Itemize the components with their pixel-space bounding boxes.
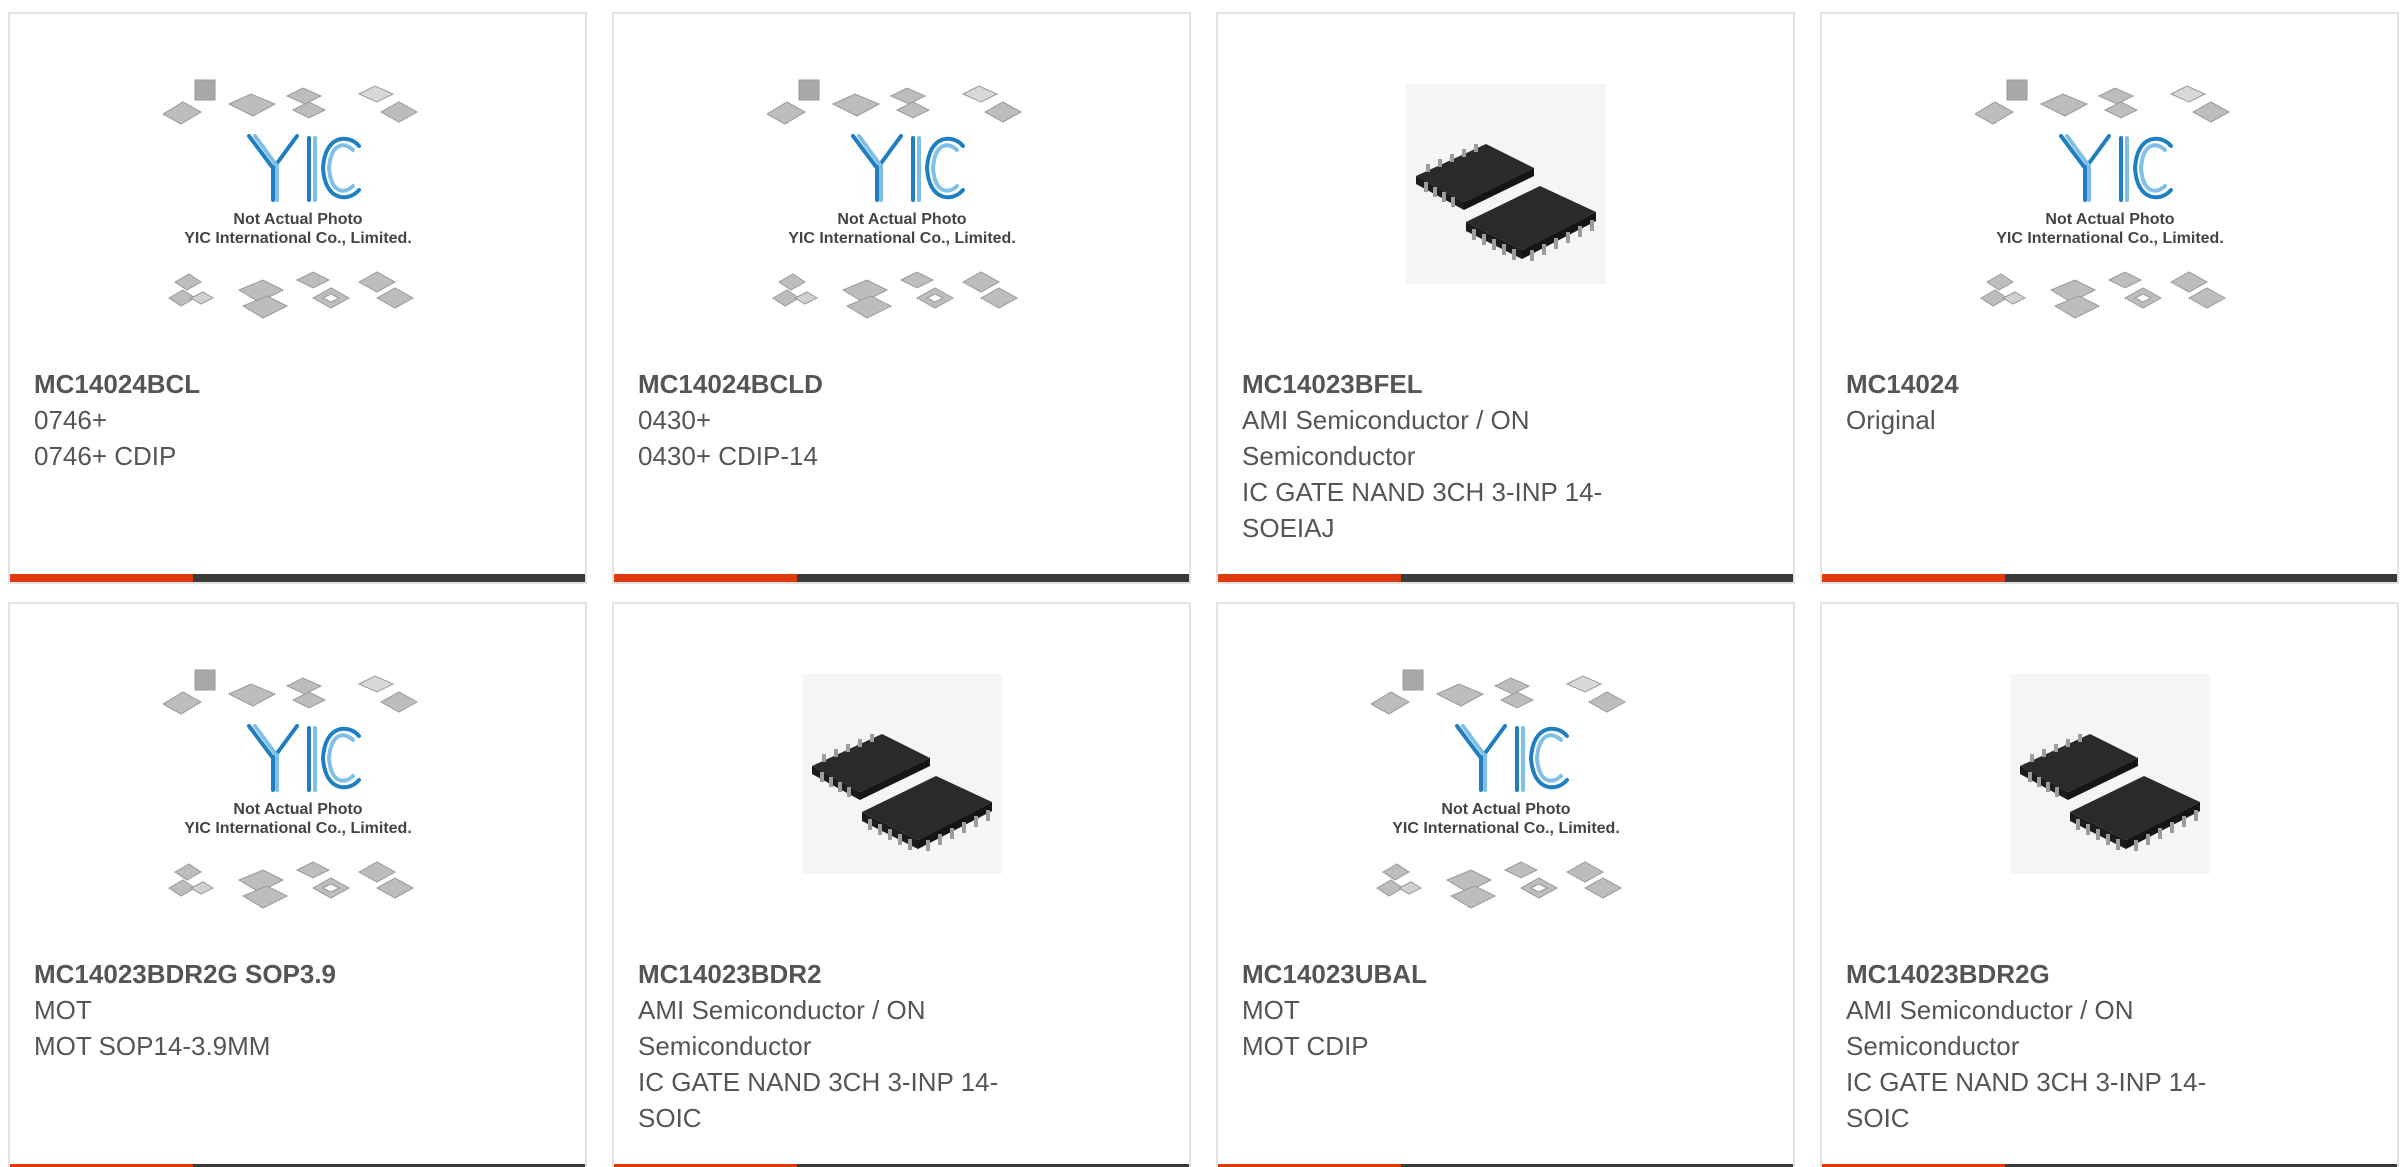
- product-thumbnail[interactable]: [801, 674, 1002, 874]
- product-card[interactable]: Not Actual Photo YIC International Co., …: [8, 602, 587, 1167]
- product-detail-line: MOT CDIP: [1242, 1031, 1369, 1061]
- ic-chip-photo: [1405, 84, 1606, 284]
- product-title-link[interactable]: MC14024: [1846, 366, 2266, 402]
- placeholder-caption-line1: Not Actual Photo: [233, 211, 362, 228]
- product-detail-line: AMI Semiconductor / ON: [1242, 405, 1530, 435]
- card-bottom-bar: [1822, 574, 2397, 582]
- product-thumbnail[interactable]: Not Actual Photo YIC International Co., …: [765, 76, 1037, 356]
- product-detail-line: 0430+ CDIP-14: [638, 441, 818, 471]
- not-actual-photo-image: Not Actual Photo YIC International Co., …: [1369, 669, 1626, 909]
- product-card[interactable]: Not Actual Photo YIC International Co., …: [1820, 12, 2399, 584]
- placeholder-caption-line2: YIC International Co., Limited.: [1996, 230, 2224, 247]
- product-card[interactable]: Not Actual Photo YIC International Co., …: [8, 12, 587, 584]
- product-detail-line: 0746+: [34, 405, 108, 435]
- product-card[interactable]: MC14023BFEL AMI Semiconductor / ON Semicon…: [1216, 12, 1795, 584]
- product-detail-line: MOT: [34, 995, 92, 1025]
- product-detail-line: 0746+ CDIP: [34, 441, 177, 471]
- placeholder-caption-line1: Not Actual Photo: [2045, 211, 2174, 228]
- not-actual-photo-image: Not Actual Photo YIC International Co., …: [161, 79, 418, 319]
- product-detail-line: IC GATE NAND 3CH 3-INP 14-: [1242, 477, 1603, 507]
- product-card[interactable]: Not Actual Photo YIC International Co., …: [1216, 602, 1795, 1167]
- product-thumbnail[interactable]: [2009, 674, 2210, 874]
- card-bottom-accent: [10, 574, 193, 582]
- product-card[interactable]: MC14023BDR2 AMI Semiconductor / ON Semicon…: [612, 602, 1191, 1167]
- product-thumbnail[interactable]: [1405, 84, 1606, 284]
- product-title-link[interactable]: MC14023UBAL: [1242, 956, 1662, 992]
- product-info: MC14023BDR2 AMI Semiconductor / ON Semicon…: [638, 956, 1058, 1136]
- placeholder-caption-line2: YIC International Co., Limited.: [184, 230, 412, 247]
- product-detail-line: MOT SOP14-3.9MM: [34, 1031, 271, 1061]
- product-thumbnail[interactable]: Not Actual Photo YIC International Co., …: [161, 666, 433, 946]
- product-thumbnail[interactable]: Not Actual Photo YIC International Co., …: [161, 76, 433, 356]
- product-detail-line: AMI Semiconductor / ON: [638, 995, 926, 1025]
- ic-chip-photo: [801, 674, 1002, 874]
- product-detail-line: AMI Semiconductor / ON: [1846, 995, 2134, 1025]
- product-detail-line: Semiconductor: [638, 1031, 812, 1061]
- card-bottom-accent: [614, 574, 797, 582]
- product-detail-line: 0430+: [638, 405, 712, 435]
- product-info: MC14023BDR2G AMI Semiconductor / ON Semico…: [1846, 956, 2266, 1136]
- product-title-link[interactable]: MC14023BFEL: [1242, 366, 1662, 402]
- not-actual-photo-image: Not Actual Photo YIC International Co., …: [1973, 79, 2230, 319]
- product-info: MC14024BCL 0746+ 0746+ CDIP: [34, 366, 454, 474]
- placeholder-caption-line2: YIC International Co., Limited.: [1392, 820, 1620, 837]
- not-actual-photo-image: Not Actual Photo YIC International Co., …: [161, 669, 418, 909]
- product-detail-line: Semiconductor: [1846, 1031, 2020, 1061]
- product-title-link[interactable]: MC14023BDR2: [638, 956, 1058, 992]
- product-info: MC14023UBAL MOT MOT CDIP: [1242, 956, 1662, 1064]
- card-bottom-bar: [614, 574, 1189, 582]
- product-detail-line: IC GATE NAND 3CH 3-INP 14-: [638, 1067, 999, 1097]
- product-detail-line: MOT: [1242, 995, 1300, 1025]
- product-thumbnail[interactable]: Not Actual Photo YIC International Co., …: [1973, 76, 2245, 356]
- product-info: MC14024 Original: [1846, 366, 2266, 438]
- product-title-link[interactable]: MC14023BDR2G SOP3.9: [34, 956, 454, 992]
- placeholder-caption-line1: Not Actual Photo: [233, 801, 362, 818]
- product-detail-line: SOEIAJ: [1242, 513, 1335, 543]
- placeholder-caption-line2: YIC International Co., Limited.: [788, 230, 1016, 247]
- product-title-link[interactable]: MC14023BDR2G: [1846, 956, 2266, 992]
- product-detail-line: Semiconductor: [1242, 441, 1416, 471]
- product-grid: Not Actual Photo YIC International Co., …: [0, 0, 2400, 1167]
- product-info: MC14024BCLD 0430+ 0430+ CDIP-14: [638, 366, 1058, 474]
- product-card[interactable]: Not Actual Photo YIC International Co., …: [612, 12, 1191, 584]
- card-bottom-accent: [1218, 574, 1401, 582]
- product-detail-line: IC GATE NAND 3CH 3-INP 14-: [1846, 1067, 2207, 1097]
- card-bottom-bar: [1218, 574, 1793, 582]
- not-actual-photo-image: Not Actual Photo YIC International Co., …: [765, 79, 1022, 319]
- placeholder-caption-line1: Not Actual Photo: [837, 211, 966, 228]
- product-title-link[interactable]: MC14024BCLD: [638, 366, 1058, 402]
- product-info: MC14023BFEL AMI Semiconductor / ON Semicon…: [1242, 366, 1662, 546]
- card-bottom-bar: [10, 574, 585, 582]
- placeholder-caption-line2: YIC International Co., Limited.: [184, 820, 412, 837]
- product-detail-line: Original: [1846, 405, 1936, 435]
- product-detail-line: SOIC: [638, 1103, 702, 1133]
- product-info: MC14023BDR2G SOP3.9 MOT MOT SOP14-3.9MM: [34, 956, 454, 1064]
- product-title-link[interactable]: MC14024BCL: [34, 366, 454, 402]
- product-card[interactable]: MC14023BDR2G AMI Semiconductor / ON Semico…: [1820, 602, 2399, 1167]
- product-thumbnail[interactable]: Not Actual Photo YIC International Co., …: [1369, 666, 1641, 946]
- product-detail-line: SOIC: [1846, 1103, 1910, 1133]
- card-bottom-accent: [1822, 574, 2005, 582]
- ic-chip-photo: [2009, 674, 2210, 874]
- placeholder-caption-line1: Not Actual Photo: [1441, 801, 1570, 818]
